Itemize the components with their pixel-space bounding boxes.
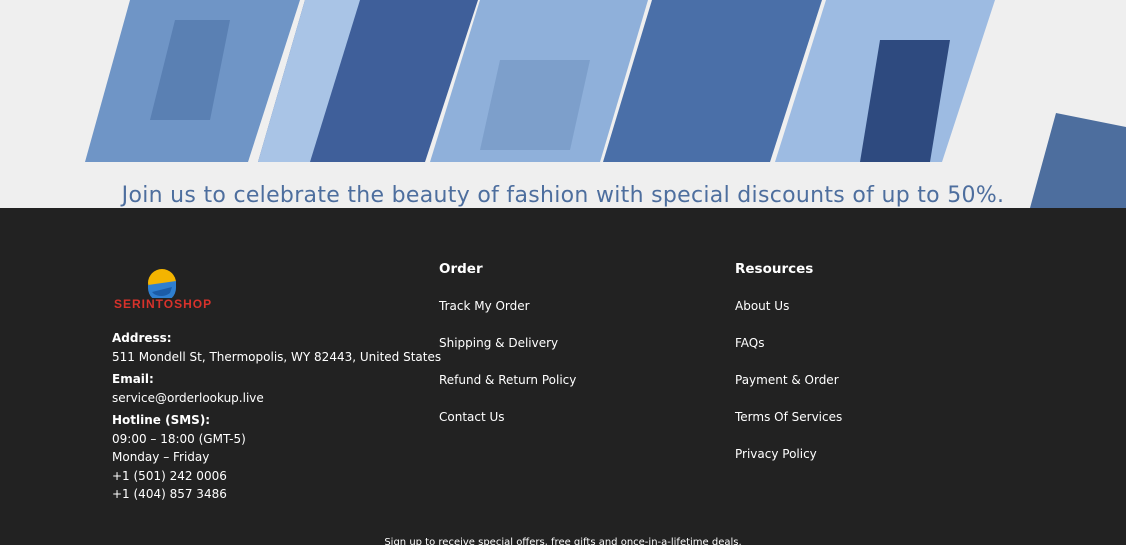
contact-info: Address: 511 Mondell St, Thermopolis, WY… xyxy=(112,329,441,504)
resources-heading: Resources xyxy=(735,261,814,277)
order-heading: Order xyxy=(439,261,483,277)
email-link[interactable]: service@orderlookup.live xyxy=(112,389,441,408)
phone-link[interactable]: +1 (404) 857 3486 xyxy=(112,485,441,504)
phone-link[interactable]: +1 (501) 242 0006 xyxy=(112,467,441,486)
email-label: Email: xyxy=(112,372,154,386)
track-order-link[interactable]: Track My Order xyxy=(439,299,576,336)
address-value: 511 Mondell St, Thermopolis, WY 82443, U… xyxy=(112,349,442,364)
terms-link[interactable]: Terms Of Services xyxy=(735,410,842,447)
order-column: Order Track My Order Shipping & Delivery… xyxy=(439,261,576,447)
address-label: Address: xyxy=(112,331,172,345)
logo-wordmark: SERINTOSHOP xyxy=(114,297,213,311)
site-footer: SERINTOSHOP Address: 511 Mondell St, The… xyxy=(0,208,1126,545)
hotline-days: Monday – Friday xyxy=(112,450,210,464)
refund-policy-link[interactable]: Refund & Return Policy xyxy=(439,373,576,410)
about-us-link[interactable]: About Us xyxy=(735,299,842,336)
promo-tagline: Join us to celebrate the beauty of fashi… xyxy=(121,183,1005,208)
serintoshop-logo[interactable]: SERINTOSHOP xyxy=(112,268,222,311)
resources-column: Resources About Us FAQs Payment & Order … xyxy=(735,261,842,484)
contact-us-link[interactable]: Contact Us xyxy=(439,410,576,447)
denim-collage-image xyxy=(85,0,995,162)
sun-logo-icon xyxy=(148,269,176,298)
shipping-link[interactable]: Shipping & Delivery xyxy=(439,336,576,373)
payment-order-link[interactable]: Payment & Order xyxy=(735,373,842,410)
hotline-hours: 09:00 – 18:00 (GMT-5) xyxy=(112,431,246,446)
newsletter-signup-text: Sign up to receive special offers, free … xyxy=(384,537,742,545)
hotline-label: Hotline (SMS): xyxy=(112,413,211,427)
faqs-link[interactable]: FAQs xyxy=(735,336,842,373)
privacy-link[interactable]: Privacy Policy xyxy=(735,447,842,484)
promo-banner: Join us to celebrate the beauty of fashi… xyxy=(0,0,1126,208)
